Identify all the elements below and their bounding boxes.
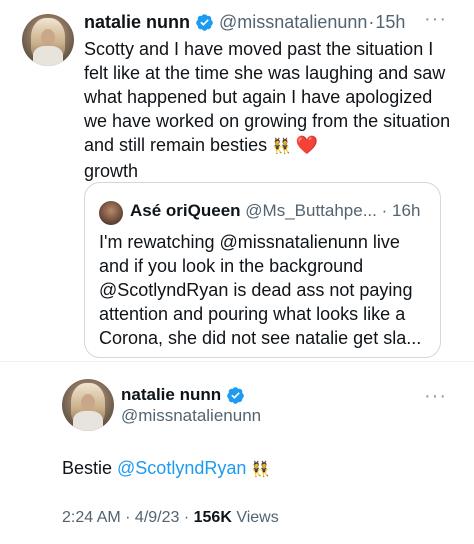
author-handle[interactable]: @missnatalienunn: [219, 12, 367, 33]
tweet-header: natalie nunn @missnatalienunn · 15h: [84, 12, 405, 33]
dancers-emoji: 👯: [251, 461, 271, 478]
author-name-row: natalie nunn: [121, 385, 245, 405]
verified-badge-icon: [227, 386, 244, 404]
author-avatar[interactable]: [22, 14, 74, 66]
author-name[interactable]: natalie nunn: [121, 385, 221, 405]
quote-time: 16h: [392, 201, 421, 220]
tweet-timestamp[interactable]: 2:24 AM · 4/9/23 ·: [62, 509, 194, 526]
tweet-text: Bestie @ScotlyndRyan 👯: [62, 458, 270, 479]
tweet-meta: 2:24 AM · 4/9/23 · 156K Views: [62, 509, 279, 527]
tweet-text-end: growth: [84, 161, 139, 181]
views-label: Views: [231, 509, 279, 526]
dancers-emoji: 👯: [272, 138, 291, 155]
mention-link[interactable]: @ScotlyndRyan: [117, 458, 246, 478]
quote-author-handle: @Ms_Buttahpe...: [245, 201, 377, 220]
divider: [0, 361, 474, 362]
author-name[interactable]: natalie nunn: [84, 12, 190, 33]
quote-author-name: Asé oriQueen: [130, 201, 241, 220]
verified-badge-icon: [196, 14, 213, 31]
quote-author-avatar: [99, 201, 123, 225]
quote-text: I'm rewatching @missnatalienunn live and…: [99, 232, 422, 348]
views-count: 156K: [193, 509, 232, 526]
quoted-tweet-card[interactable]: Asé oriQueen @Ms_Buttahpe... · 16h I'm r…: [84, 182, 441, 358]
author-handle[interactable]: @missnatalienunn: [121, 406, 261, 426]
separator-dot: ·: [368, 12, 375, 32]
tweet-text: Scotty and I have moved past the situati…: [84, 37, 456, 183]
more-options-icon[interactable]: ···: [424, 385, 447, 408]
separator-dot: ·: [381, 201, 388, 220]
tweet-text-main: Scotty and I have moved past the situati…: [84, 39, 451, 155]
author-avatar[interactable]: [62, 379, 114, 431]
more-options-icon[interactable]: ···: [424, 8, 447, 31]
quote-header: Asé oriQueen @Ms_Buttahpe... · 16h: [130, 201, 420, 221]
tweet-text-prefix: Bestie: [62, 458, 118, 478]
tweet-time[interactable]: 15h: [375, 12, 405, 33]
heart-emoji: ❤️: [295, 135, 319, 155]
